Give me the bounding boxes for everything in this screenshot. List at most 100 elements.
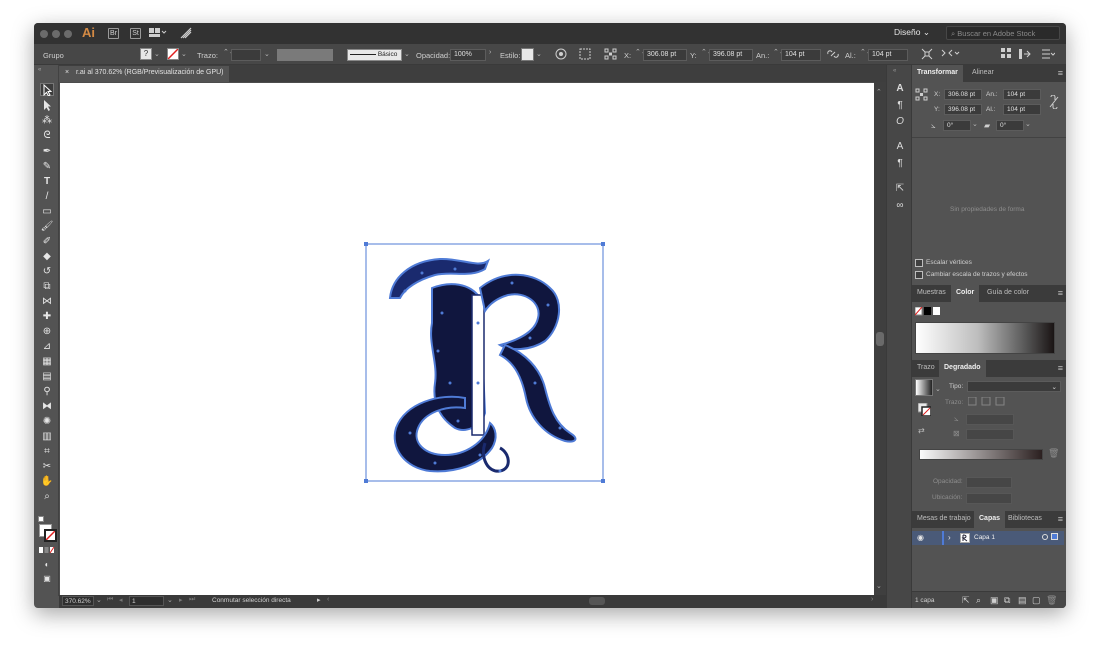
shaper-tool-icon[interactable]: ✐ xyxy=(40,235,54,248)
constrain-proportions-icon[interactable] xyxy=(827,49,839,59)
lasso-tool-icon[interactable]: ᘓ xyxy=(40,129,54,142)
workspace-switcher[interactable]: Diseño ⌄ xyxy=(894,27,940,40)
selection-tool-icon[interactable] xyxy=(40,83,54,97)
zoom-level-field[interactable]: 370.62% xyxy=(62,596,94,606)
reference-point-icon[interactable] xyxy=(604,48,618,60)
new-layer-button-icon[interactable]: ▢ xyxy=(1032,595,1041,606)
pen-tool-icon[interactable]: ✒ xyxy=(40,145,54,158)
column-graph-tool-icon[interactable]: ▥ xyxy=(40,430,54,443)
tab-transformar[interactable]: Transformar xyxy=(912,65,963,82)
rectangle-tool-icon[interactable]: ▭ xyxy=(40,205,54,218)
minimize-window-button[interactable] xyxy=(52,30,60,38)
arrange-documents-icon[interactable] xyxy=(149,28,167,38)
artboard[interactable] xyxy=(60,83,874,595)
gradient-type-select[interactable]: ⌄ xyxy=(967,381,1061,392)
transform-y-field[interactable]: 396.08 pt xyxy=(944,104,982,115)
artboard-number-field[interactable]: 1 xyxy=(129,596,164,606)
stock-icon[interactable]: St xyxy=(130,28,141,39)
chevron-down-icon[interactable]: ⌄ xyxy=(404,50,410,58)
gradient-preview-swatch[interactable] xyxy=(915,379,933,396)
stroke-swatch[interactable] xyxy=(167,48,179,60)
direct-selection-tool-icon[interactable] xyxy=(40,99,54,112)
shear-angle-field[interactable]: 0° xyxy=(996,120,1024,131)
bridge-icon[interactable]: Br xyxy=(108,28,119,39)
default-colors-icon[interactable] xyxy=(38,516,44,522)
height-field[interactable]: 104 pt xyxy=(868,49,908,61)
close-document-icon[interactable]: × xyxy=(65,69,69,76)
color-mode-icons[interactable] xyxy=(39,546,55,554)
scale-tool-icon[interactable]: ⧉ xyxy=(40,280,54,293)
artwork-letter-r[interactable] xyxy=(60,83,874,595)
clipping-mask-icon[interactable]: ▣ xyxy=(990,595,999,606)
eraser-tool-icon[interactable]: ◆ xyxy=(40,250,54,263)
expand-layer-icon[interactable]: › xyxy=(948,533,951,542)
fill-swatch[interactable]: ? xyxy=(140,48,152,60)
selection-indicator-icon[interactable] xyxy=(1051,533,1058,540)
export-icon[interactable]: ⇱ xyxy=(962,595,970,606)
transform-icon[interactable] xyxy=(921,48,933,60)
close-window-button[interactable] xyxy=(40,30,48,38)
fill-stroke-indicator[interactable] xyxy=(917,402,932,417)
new-sublayer-icon[interactable]: ⧉ xyxy=(1004,595,1010,606)
next-artboard-icon[interactable]: ▸ xyxy=(179,596,183,604)
rotate-angle-field[interactable]: 0° xyxy=(943,120,971,131)
shape-builder-tool-icon[interactable]: ⊕ xyxy=(40,325,54,338)
x-field[interactable]: 306.08 pt xyxy=(643,49,687,61)
puppet-warp-tool-icon[interactable]: ✚ xyxy=(40,310,54,323)
gradient-slider[interactable] xyxy=(919,449,1043,460)
tab-capas[interactable]: Capas xyxy=(974,511,1006,528)
paragraph-panel-icon[interactable]: ¶ xyxy=(894,100,906,112)
status-menu-icon[interactable]: ▸ xyxy=(317,596,321,604)
gpu-performance-icon[interactable] xyxy=(180,27,192,39)
eyedropper-tool-icon[interactable]: ⚲ xyxy=(40,385,54,398)
layer-row[interactable]: ◉ › Capa 1 xyxy=(912,531,1064,545)
tab-degradado[interactable]: Degradado xyxy=(939,360,986,377)
chevron-down-icon[interactable]: ⌄ xyxy=(935,385,941,393)
magic-wand-tool-icon[interactable]: ⁂ xyxy=(40,114,54,127)
artboard-tool-icon[interactable]: ⌗ xyxy=(40,445,54,458)
blend-tool-icon[interactable]: ⧓ xyxy=(40,400,54,413)
chevron-down-icon[interactable]: ⌄ xyxy=(181,50,187,58)
tab-alinear[interactable]: Alinear xyxy=(967,65,999,82)
target-circle-icon[interactable] xyxy=(1042,534,1048,540)
zoom-tool-icon[interactable]: ⌕ xyxy=(40,490,54,503)
export-assets-icon[interactable]: ⇱ xyxy=(894,183,906,195)
opentype-panel-icon[interactable]: O xyxy=(894,116,906,128)
horizontal-scroll-thumb[interactable] xyxy=(589,597,605,605)
collapse-toolbar-icon[interactable]: « xyxy=(38,67,54,73)
color-spectrum-ramp[interactable] xyxy=(915,322,1055,354)
tab-mesas-de-trabajo[interactable]: Mesas de trabajo xyxy=(912,511,976,528)
color-quick-swatches[interactable] xyxy=(914,306,941,316)
perspective-grid-tool-icon[interactable]: ⊿ xyxy=(40,340,54,353)
variable-width-profile[interactable] xyxy=(277,49,333,61)
curvature-tool-icon[interactable]: ✎ xyxy=(40,160,54,173)
symbol-sprayer-tool-icon[interactable]: ✺ xyxy=(40,415,54,428)
graphic-style-swatch[interactable] xyxy=(521,48,534,61)
chevron-down-icon[interactable]: ⌄ xyxy=(96,596,102,604)
distribute-icon[interactable] xyxy=(1018,48,1032,60)
screen-mode-icon[interactable]: ▣ xyxy=(40,572,54,585)
last-artboard-icon[interactable]: ⏭ xyxy=(189,596,195,604)
tab-bibliotecas[interactable]: Bibliotecas xyxy=(1003,511,1047,528)
scale-strokes-checkbox[interactable] xyxy=(915,271,923,279)
vertical-scroll-thumb[interactable] xyxy=(876,332,884,346)
arrange-panel-icon[interactable] xyxy=(1001,48,1012,59)
slice-tool-icon[interactable]: ✂ xyxy=(40,460,54,473)
gradient-tool-icon[interactable]: ▤ xyxy=(40,370,54,383)
character-styles-icon[interactable]: A xyxy=(894,141,906,153)
hand-tool-icon[interactable]: ✋ xyxy=(40,475,54,488)
chevron-down-icon[interactable]: ⌄ xyxy=(972,120,978,128)
rotate-tool-icon[interactable]: ↺ xyxy=(40,265,54,278)
transform-width-field[interactable]: 104 pt xyxy=(1003,89,1041,100)
visibility-eye-icon[interactable]: ◉ xyxy=(917,533,924,542)
type-tool-icon[interactable]: T xyxy=(40,175,54,188)
y-field[interactable]: 396.08 pt xyxy=(709,49,753,61)
constrain-proportions-icon[interactable] xyxy=(1048,94,1060,110)
scroll-left-icon[interactable]: ‹ xyxy=(327,596,329,603)
zoom-window-button[interactable] xyxy=(64,30,72,38)
width-field[interactable]: 104 pt xyxy=(781,49,821,61)
previous-artboard-icon[interactable]: ◂ xyxy=(119,596,123,604)
chevron-down-icon[interactable]: ⌄ xyxy=(154,50,160,58)
first-artboard-icon[interactable]: ⏮ xyxy=(107,596,113,604)
tab-guia-de-color[interactable]: Guía de color xyxy=(982,285,1034,302)
